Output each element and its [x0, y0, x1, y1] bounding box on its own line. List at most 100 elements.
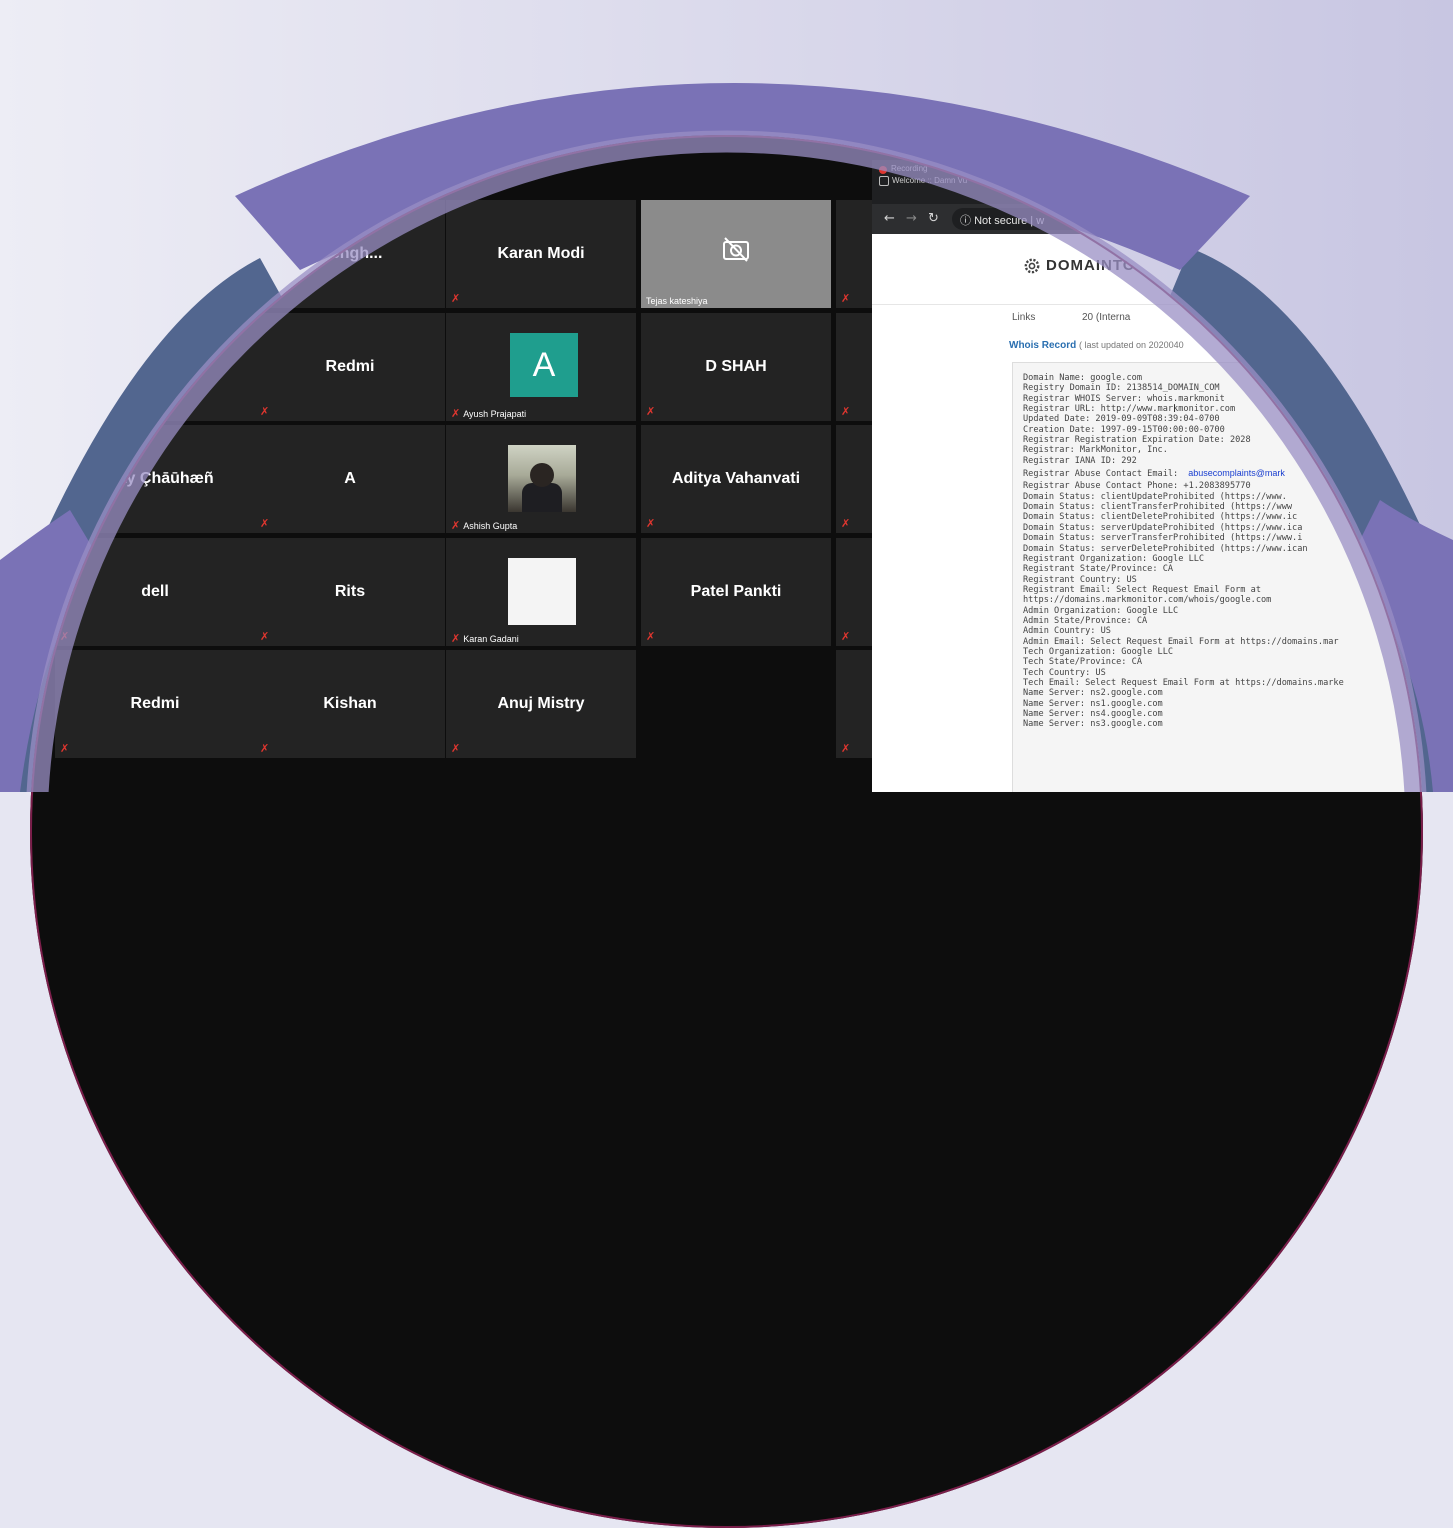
whois-line: Name Server: ns3.google.com [1023, 719, 1423, 729]
browser-nav-bar: ← → ↻ ⓘ Not secure | w [872, 204, 1423, 234]
participant-tile[interactable]: Tina Bajpai ✗ [55, 313, 255, 421]
whois-line-text: Registrar WHOIS Server: whois.markmonit [1023, 393, 1225, 404]
whois-line: Registrar Abuse Contact Phone: +1.208389… [1023, 481, 1423, 491]
whois-line-text: Registry Domain ID: 2138514_DOMAIN_COM [1023, 383, 1220, 394]
site-logo[interactable]: DOMAINTO [1046, 257, 1135, 274]
participant-tile[interactable]: Tejas kateshiya [641, 200, 831, 308]
mic-muted-icon: ✗ [451, 407, 461, 420]
participant-name: dell [141, 583, 169, 600]
participant-label: ✗ Karan Gadani [451, 633, 519, 644]
participant-label: Tejas kateshiya [646, 296, 708, 306]
participant-label: ✗ Ashish Gupta [451, 520, 517, 531]
whois-line-text: https://domains.markmonitor.com/whois/go… [1023, 595, 1272, 606]
reload-icon[interactable]: ↻ [928, 211, 939, 226]
participant-tile[interactable]: ✗ [836, 650, 872, 758]
whois-line-text: Admin Country: US [1023, 626, 1111, 637]
whois-line: Creation Date: 1997-09-15T00:00:00-0700 [1023, 425, 1423, 435]
mic-muted-icon: ✗ [451, 742, 461, 755]
participant-name: Patel Pankti [690, 583, 782, 600]
whois-line: Registrar: MarkMonitor, Inc. [1023, 445, 1423, 455]
participant-tile[interactable]: A ✗ Ayush Prajapati [446, 313, 636, 421]
participant-tile[interactable]: Karan Modi ✗ [446, 200, 636, 308]
whois-line: Admin Email: Select Request Email Form a… [1023, 637, 1423, 647]
participant-name: Redmi [325, 358, 375, 375]
whois-line: Registrant Country: US [1023, 575, 1423, 585]
address-bar[interactable]: ⓘ Not secure | w [952, 208, 1423, 230]
zoom-gallery: Mengh... ✗ Karan Modi ✗ Tejas kateshiya Tina … [30, 135, 872, 792]
participant-tile[interactable]: Mengh... ✗ [255, 200, 445, 308]
participant-tile[interactable]: ✗ Ashish Gupta [446, 425, 636, 533]
mic-muted-icon: ✗ [260, 742, 270, 755]
whois-lines: Domain Name: google.com Registry Domain I… [1023, 373, 1423, 730]
participant-tile[interactable]: A ✗ [255, 425, 445, 533]
profile-photo [508, 445, 576, 512]
url-text: Not secure | w [974, 215, 1045, 227]
whois-line: Name Server: ns1.google.com [1023, 699, 1423, 709]
links-value: 20 (Interna [1082, 312, 1131, 323]
participant-tile[interactable]: Údāy Çhāūhæñ ✗ [55, 425, 255, 533]
photo-head [530, 463, 554, 487]
mic-muted-icon: ✗ [60, 517, 70, 530]
whois-line: Registrar Registration Expiration Date: … [1023, 435, 1423, 445]
participant-tile[interactable]: Anuj Mistry ✗ [446, 650, 636, 758]
whois-line: Admin Organization: Google LLC [1023, 606, 1423, 616]
participant-name: Ashish Gupta [463, 520, 518, 531]
participant-tile[interactable]: ✗ Karan Gadani [446, 538, 636, 646]
whois-line: Domain Status: serverDeleteProhibited (h… [1023, 544, 1423, 554]
whois-line: Tech State/Province: CA [1023, 657, 1423, 667]
whois-line: Domain Name: google.com [1023, 373, 1423, 383]
mic-muted-icon: ✗ [60, 405, 70, 418]
links-row: Links 20 (Interna [1012, 312, 1423, 330]
participant-name: Anuj Mistry [497, 695, 585, 712]
participant-tile[interactable]: Rits ✗ [255, 538, 445, 646]
forward-arrow-icon[interactable]: → [906, 211, 917, 226]
whois-line-text: Domain Status: serverUpdateProhibited (h… [1023, 522, 1303, 533]
whois-line-text: Domain Status: clientDeleteProhibited (h… [1023, 512, 1298, 523]
mic-muted-icon: ✗ [646, 630, 656, 643]
participant-tile[interactable]: ✗ [836, 313, 872, 421]
info-icon: ⓘ [960, 215, 971, 227]
participant-name: Aditya Vahanvati [671, 470, 801, 487]
browser-tab[interactable]: Welcome :: Damn Vu [892, 176, 967, 185]
participant-tile[interactable]: dell ✗ [55, 538, 255, 646]
back-arrow-icon[interactable]: ← [884, 211, 895, 226]
whois-line: Registrar Abuse Contact Email: abusecompl… [1023, 468, 1423, 479]
avatar: A [510, 333, 578, 397]
whois-line-text: Domain Status: clientUpdateProhibited (h… [1023, 491, 1287, 502]
participant-tile[interactable]: ✗ [836, 425, 872, 533]
whois-line: Name Server: ns2.google.com [1023, 688, 1423, 698]
participant-tile[interactable]: Redmi ✗ [255, 313, 445, 421]
mic-muted-icon: ✗ [841, 630, 851, 643]
whois-line-text: Domain Status: clientTransferProhibited … [1023, 502, 1293, 513]
mic-muted-icon: ✗ [841, 742, 851, 755]
participant-tile[interactable]: D SHAH ✗ [641, 313, 831, 421]
whois-line-text: Name Server: ns1.google.com [1023, 698, 1163, 709]
participant-name: D SHAH [705, 358, 767, 375]
mic-muted-icon: ✗ [841, 405, 851, 418]
participant-tile[interactable]: Kishan ✗ [255, 650, 445, 758]
participant-name: Kishan [323, 695, 377, 712]
whois-line: Domain Status: serverUpdateProhibited (h… [1023, 523, 1423, 533]
participant-tile[interactable]: Redmi ✗ [55, 650, 255, 758]
tab-favicon-icon [879, 176, 889, 186]
participant-tile[interactable]: ✗ [836, 538, 872, 646]
whois-line-text: Domain Status: serverTransferProhibited … [1023, 533, 1303, 544]
mic-muted-icon: ✗ [451, 519, 461, 532]
whois-line: Registrar URL: http://www.markmonitor.co… [1023, 404, 1423, 414]
photo-body [522, 483, 562, 512]
mic-muted-icon: ✗ [841, 517, 851, 530]
whois-line: Admin Country: US [1023, 626, 1423, 636]
recording-label: Recording [891, 164, 928, 173]
participant-tile[interactable]: Patel Pankti ✗ [641, 538, 831, 646]
whois-line: Registrant Email: Select Request Email F… [1023, 585, 1423, 595]
participant-tile[interactable]: ✗ [836, 200, 872, 308]
whois-line-text: Registrant Country: US [1023, 574, 1137, 585]
participant-tile[interactable]: Aditya Vahanvati ✗ [641, 425, 831, 533]
mic-muted-icon: ✗ [451, 632, 461, 645]
whois-title[interactable]: Whois Record [1009, 340, 1076, 351]
mic-muted-icon: ✗ [260, 630, 270, 643]
mic-muted-icon: ✗ [646, 405, 656, 418]
abuse-email-link[interactable]: abusecomplaints@mark [1188, 468, 1285, 478]
whois-line: Domain Status: clientUpdateProhibited (h… [1023, 492, 1423, 502]
mic-muted-icon: ✗ [60, 630, 70, 643]
